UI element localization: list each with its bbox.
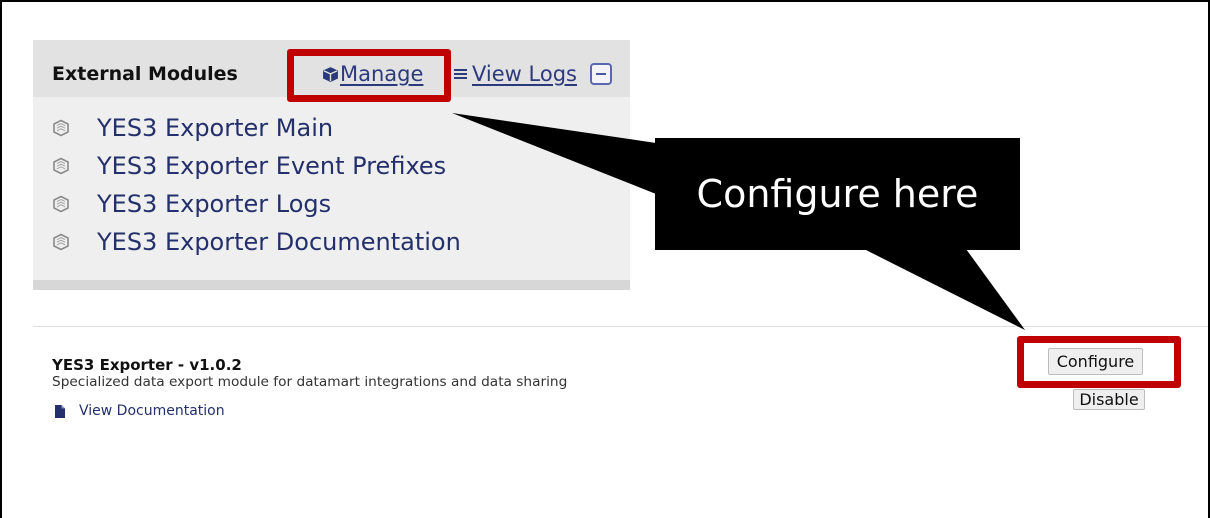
- module-icon: [52, 233, 70, 251]
- callout-tail-bottom: [864, 249, 1025, 330]
- module-link-logs[interactable]: YES3 Exporter Logs: [52, 189, 331, 219]
- manage-link[interactable]: Manage: [322, 62, 423, 86]
- module-name: YES3 Exporter - v1.0.2: [52, 356, 242, 374]
- manage-label[interactable]: Manage: [340, 62, 423, 86]
- view-documentation-label[interactable]: View Documentation: [79, 403, 225, 420]
- cube-icon-graphic: [323, 66, 338, 82]
- external-modules-panel: External Modules Manage View Logs YES3 E…: [33, 40, 630, 290]
- module-link-label[interactable]: YES3 Exporter Event Prefixes: [97, 151, 446, 181]
- module-link-event-prefixes[interactable]: YES3 Exporter Event Prefixes: [52, 151, 446, 181]
- module-link-label[interactable]: YES3 Exporter Logs: [97, 189, 331, 219]
- panel-bottom-strip: [33, 280, 630, 290]
- panel-title: External Modules: [52, 63, 238, 85]
- module-link-main[interactable]: YES3 Exporter Main: [52, 113, 333, 143]
- module-icon: [52, 195, 70, 213]
- module-description: Specialized data export module for datam…: [52, 374, 568, 390]
- configure-button[interactable]: Configure: [1048, 348, 1143, 375]
- view-logs-link[interactable]: View Logs: [454, 62, 577, 86]
- module-link-documentation[interactable]: YES3 Exporter Documentation: [52, 227, 461, 257]
- divider: [33, 326, 1210, 327]
- file-icon: [55, 405, 65, 418]
- list-icon: [454, 68, 467, 80]
- collapse-icon[interactable]: [590, 63, 612, 85]
- disable-button[interactable]: Disable: [1073, 389, 1145, 410]
- view-documentation-link[interactable]: View Documentation: [55, 403, 225, 420]
- list-icon-graphic: [454, 69, 467, 79]
- module-icon: [52, 119, 70, 137]
- module-icon: [52, 157, 70, 175]
- view-logs-label[interactable]: View Logs: [472, 62, 577, 86]
- module-link-label[interactable]: YES3 Exporter Documentation: [97, 227, 461, 257]
- cube-icon: [322, 66, 339, 83]
- callout-text: Configure here: [696, 172, 979, 216]
- module-link-label[interactable]: YES3 Exporter Main: [97, 113, 333, 143]
